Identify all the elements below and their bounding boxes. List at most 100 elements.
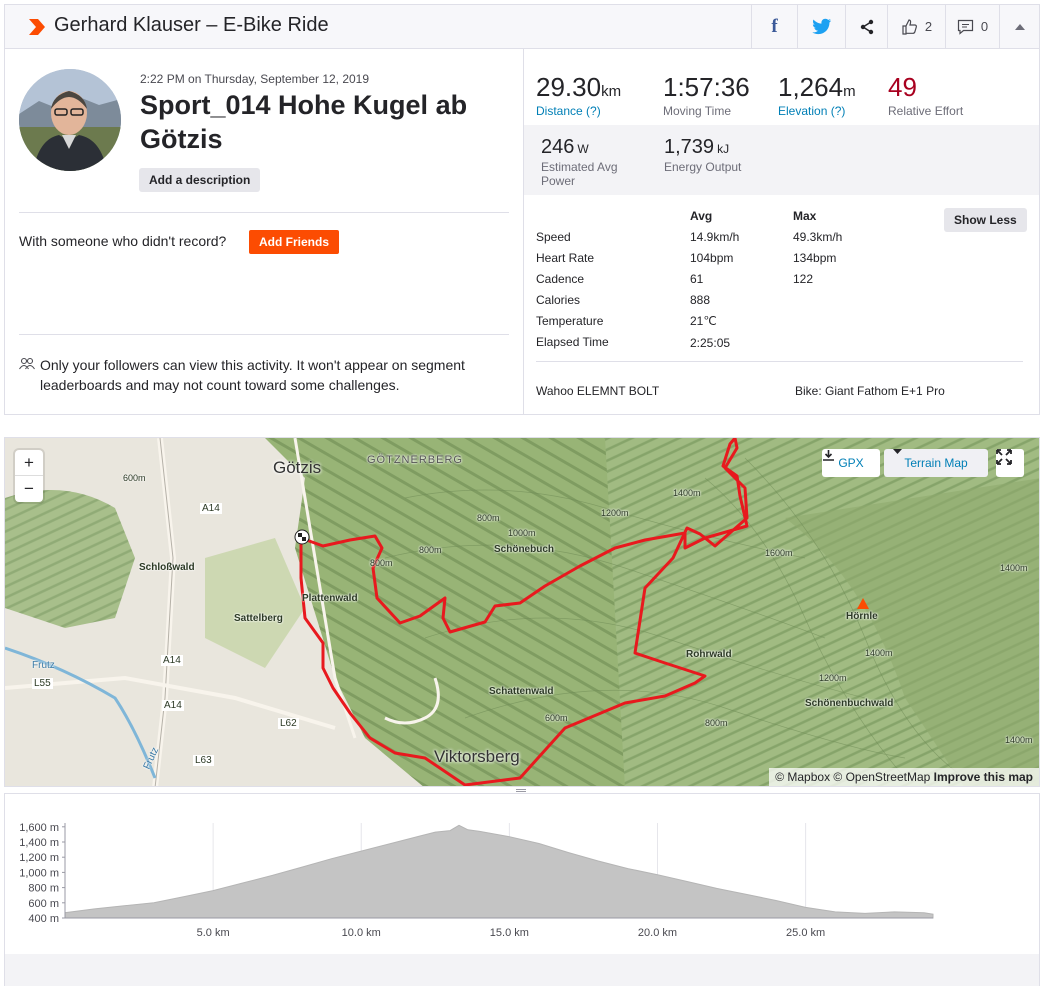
zoom-in-button[interactable]: + — [15, 450, 43, 476]
power-label: Estimated Avg Power — [541, 160, 618, 188]
share-button[interactable] — [845, 5, 887, 48]
power-unit: W — [577, 142, 589, 156]
twitter-icon — [811, 18, 831, 35]
contour-label: 1200m — [601, 508, 629, 518]
distance-value: 29.30 — [536, 72, 602, 102]
zoom-out-button[interactable]: − — [15, 476, 43, 502]
energy-value: 1,739 — [664, 136, 715, 158]
caret-up-icon — [1015, 23, 1025, 30]
place-label: Plattenwald — [302, 593, 358, 604]
row-max: 49.3km/h — [793, 230, 843, 244]
privacy-notice: Only your followers can view this activi… — [19, 355, 509, 395]
stat-distance: 29.30km Distance (?) — [536, 72, 621, 118]
twitter-share-button[interactable] — [797, 5, 845, 48]
row-avg: 61 — [690, 272, 704, 286]
bike-name[interactable]: Bike: Giant Fathom E+1 Pro — [795, 384, 945, 398]
row-avg: 104bpm — [690, 251, 734, 265]
distance-unit: km — [601, 83, 622, 100]
comment-icon — [957, 19, 973, 35]
place-label: Schönenbuchwald — [805, 698, 894, 709]
activity-name[interactable]: Sport_014 Hohe Kugel ab Götzis — [140, 88, 500, 156]
road-label: A14 — [161, 655, 183, 666]
elevation-area — [64, 824, 934, 919]
fullscreen-button[interactable] — [996, 449, 1024, 477]
place-label: Rohrwald — [686, 649, 732, 660]
road-label: L55 — [32, 678, 53, 689]
improve-map-link[interactable]: Improve this map — [934, 770, 1033, 784]
row-avg: 14.9km/h — [690, 230, 740, 244]
stat-relative-effort[interactable]: 49 Relative Effort — [888, 72, 963, 118]
contour-label: 800m — [477, 513, 500, 523]
comment-count: 0 — [980, 19, 989, 34]
power-value: 246 — [541, 136, 575, 158]
y-tick-label: 1,200 m — [19, 852, 59, 864]
activity-summary: 2:22 PM on Thursday, September 12, 2019 … — [5, 49, 523, 415]
energy-unit: kJ — [717, 142, 730, 156]
contour-label: 1400m — [865, 648, 893, 658]
row-label: Heart Rate — [536, 251, 595, 265]
kudos-button[interactable]: 2 — [887, 5, 945, 48]
row-avg: 21℃ — [690, 314, 717, 328]
contour-label: 1600m — [765, 548, 793, 558]
attribution-text[interactable]: © Mapbox © OpenStreetMap — [775, 770, 930, 784]
y-tick-label: 1,400 m — [19, 837, 59, 849]
row-label: Cadence — [536, 272, 585, 286]
x-tick-label: 5.0 km — [197, 927, 230, 939]
contour-label: 600m — [123, 473, 146, 483]
elevation-label[interactable]: Elevation (?) — [778, 104, 856, 118]
comments-button[interactable]: 0 — [945, 5, 999, 48]
y-tick-label: 1,600 m — [19, 822, 59, 834]
stat-moving-time: 1:57:36 Moving Time — [663, 72, 750, 118]
row-label: Calories — [536, 293, 581, 307]
y-tick-label: 800 m — [28, 883, 59, 895]
download-icon — [823, 450, 834, 461]
contour-label: 1400m — [673, 488, 701, 498]
place-label: Viktorsberg — [434, 747, 520, 766]
gpx-download-button[interactable]: GPX — [822, 449, 880, 477]
map-type-select[interactable]: Terrain Map — [884, 449, 988, 477]
facebook-share-button[interactable]: f — [751, 5, 797, 48]
elevation-profile[interactable]: 1,600 m 1,400 m 1,200 m 1,000 m 800 m 600 m 40… — [4, 793, 1040, 986]
activity-card: Gerhard Klauser – E-Bike Ride f 2 0 2:22… — [4, 4, 1040, 415]
avatar[interactable] — [19, 69, 121, 171]
distance-label[interactable]: Distance (?) — [536, 104, 621, 118]
avatar-photo — [19, 69, 121, 171]
route-map[interactable]: Götzis GÖTZNERBERG Schönebuch Schloßwald… — [4, 437, 1040, 787]
add-friends-button[interactable]: Add Friends — [249, 230, 340, 254]
kudos-count: 2 — [924, 19, 933, 34]
river-label: Frutz — [32, 660, 55, 671]
place-label: Schattenwald — [489, 686, 554, 697]
moving-time-value: 1:57:36 — [663, 72, 750, 102]
col-max-header: Max — [793, 209, 817, 223]
y-tick-label: 1,000 m — [19, 867, 59, 879]
collapse-button[interactable] — [999, 5, 1040, 48]
divider — [19, 212, 509, 213]
row-max: 134bpm — [793, 251, 837, 265]
show-less-button[interactable]: Show Less — [944, 208, 1027, 232]
road-label: A14 — [162, 700, 184, 711]
device-name: Wahoo ELEMNT BOLT — [536, 384, 660, 398]
x-tick-label: 10.0 km — [342, 927, 381, 939]
x-tick-label: 15.0 km — [490, 927, 529, 939]
expand-icon — [996, 449, 1012, 465]
activity-header: Gerhard Klauser – E-Bike Ride f 2 0 — [5, 5, 1039, 49]
contour-label: 800m — [705, 718, 728, 728]
caret-down-icon — [893, 449, 902, 454]
facebook-icon: f — [771, 15, 778, 37]
place-label: GÖTZNERBERG — [367, 454, 463, 466]
road-label: L62 — [278, 718, 299, 729]
elevation-chart: 1,600 m 1,400 m 1,200 m 1,000 m 800 m 600 m 40… — [19, 822, 934, 939]
place-label: Götzis — [273, 458, 322, 477]
contour-label: 1400m — [1000, 563, 1028, 573]
activity-time: 2:22 PM on Thursday, September 12, 2019 — [140, 72, 370, 86]
place-label: Hörnle — [846, 611, 878, 622]
add-description-button[interactable]: Add a description — [139, 168, 261, 192]
y-tick-label: 600 m — [28, 898, 59, 910]
page-title: Gerhard Klauser – E-Bike Ride — [54, 14, 329, 36]
contour-label: 600m — [545, 713, 568, 723]
share-icon — [860, 19, 873, 34]
x-tick-label: 20.0 km — [638, 927, 677, 939]
followers-icon — [19, 357, 35, 370]
gpx-label: GPX — [838, 456, 864, 470]
contour-label: 800m — [370, 558, 393, 568]
